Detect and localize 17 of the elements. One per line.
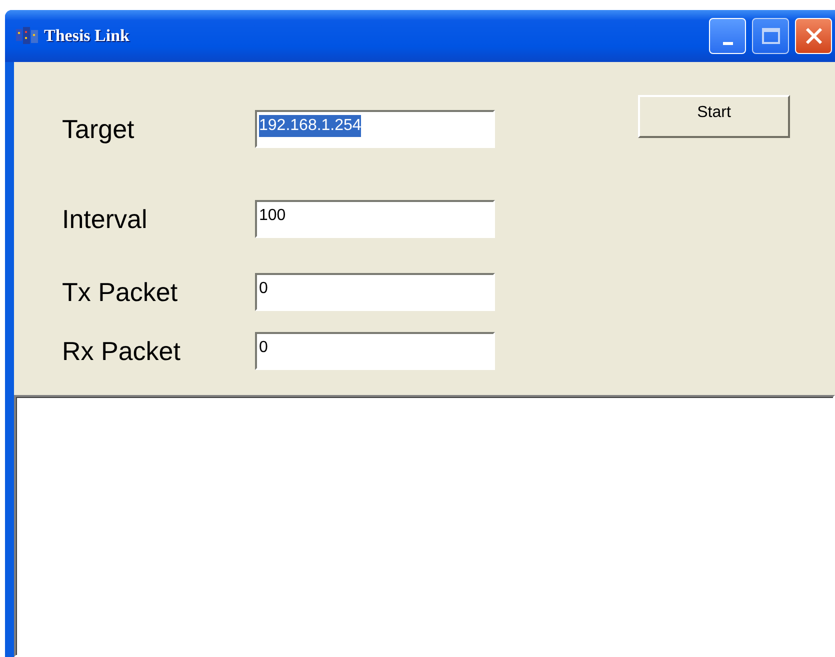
input-field[interactable]: 192.168.1.254 <box>255 110 495 148</box>
maximize-button[interactable] <box>752 18 789 54</box>
field-label: Interval <box>62 203 148 236</box>
field-label: Target <box>62 113 136 146</box>
window-title: Thesis Link <box>44 26 131 46</box>
app-icon <box>16 27 38 45</box>
input-field[interactable]: 0 <box>255 332 495 370</box>
close-icon <box>804 26 824 46</box>
start-button[interactable]: Start <box>638 95 790 138</box>
field-label: Tx Packet <box>62 276 179 309</box>
input-field[interactable]: 100 <box>255 200 495 238</box>
maximize-icon <box>760 27 780 45</box>
input-field[interactable]: 0 <box>255 273 495 311</box>
close-button[interactable] <box>795 18 832 54</box>
minimize-icon <box>722 42 732 44</box>
minimize-button[interactable] <box>709 18 746 54</box>
field-label: Rx Packet <box>62 335 182 368</box>
